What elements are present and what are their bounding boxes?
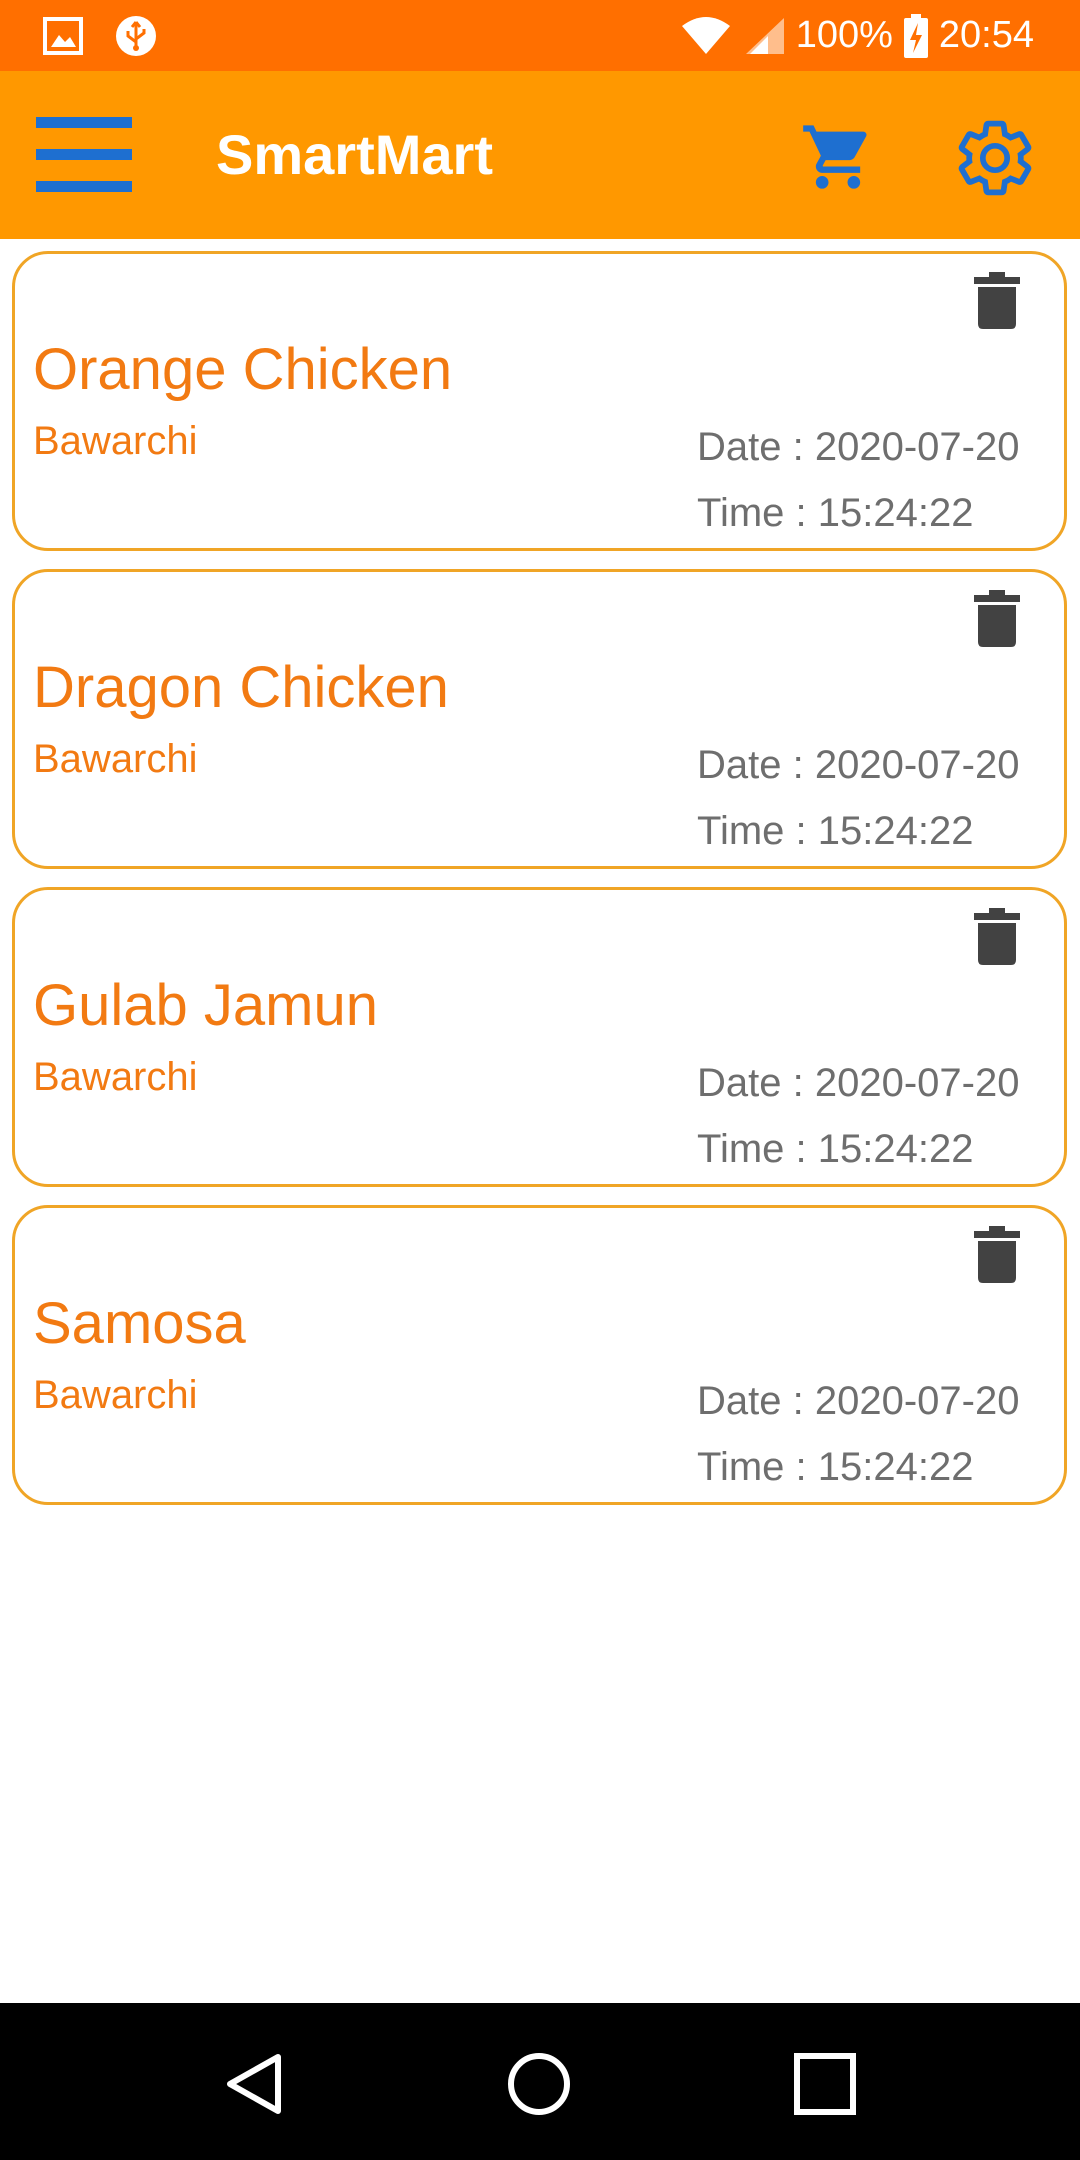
item-vendor: Bawarchi <box>33 737 198 781</box>
clock: 20:54 <box>938 14 1034 56</box>
back-icon <box>227 2054 281 2114</box>
item-name: Dragon Chicken <box>33 655 449 720</box>
trash-icon <box>974 908 1020 965</box>
page-title: SmartMart <box>216 123 493 186</box>
trash-icon <box>974 590 1020 647</box>
battery-charging-icon <box>903 13 928 58</box>
delete-button[interactable] <box>972 272 1022 330</box>
wifi-icon <box>681 16 730 54</box>
item-time: Time : 15:24:22 <box>697 1445 974 1489</box>
app-bar: SmartMart <box>0 71 1080 239</box>
item-date: Date : 2020-07-20 <box>697 743 1020 787</box>
back-button[interactable] <box>222 2051 288 2117</box>
usb-icon <box>116 16 156 56</box>
item-date: Date : 2020-07-20 <box>697 1061 1020 1105</box>
item-time: Time : 15:24:22 <box>697 491 974 535</box>
cart-icon <box>803 125 867 189</box>
item-vendor: Bawarchi <box>33 1373 198 1417</box>
item-date: Date : 2020-07-20 <box>697 425 1020 469</box>
trash-icon <box>974 272 1020 329</box>
home-icon <box>508 2053 570 2115</box>
item-name: Gulab Jamun <box>33 973 378 1038</box>
cart-button[interactable] <box>800 119 876 195</box>
list-item[interactable]: Orange Chicken Bawarchi Date : 2020-07-2… <box>12 251 1067 551</box>
item-time: Time : 15:24:22 <box>697 809 974 853</box>
status-bar: 100% 20:54 <box>0 0 1080 71</box>
item-name: Samosa <box>33 1291 246 1356</box>
list-item[interactable]: Samosa Bawarchi Date : 2020-07-20 Time :… <box>12 1205 1067 1505</box>
delete-button[interactable] <box>972 1226 1022 1284</box>
image-icon <box>43 17 83 55</box>
delete-button[interactable] <box>972 908 1022 966</box>
battery-percentage: 100% <box>795 14 893 56</box>
item-name: Orange Chicken <box>33 337 453 402</box>
hamburger-menu-icon[interactable] <box>36 117 132 193</box>
recents-icon <box>794 2053 856 2115</box>
status-system: 100% 20:54 <box>680 0 1034 71</box>
list-item[interactable]: Gulab Jamun Bawarchi Date : 2020-07-20 T… <box>12 887 1067 1187</box>
gear-icon <box>958 120 1032 196</box>
delete-button[interactable] <box>972 590 1022 648</box>
item-vendor: Bawarchi <box>33 1055 198 1099</box>
recents-button[interactable] <box>792 2051 858 2117</box>
item-time: Time : 15:24:22 <box>697 1127 974 1171</box>
item-date: Date : 2020-07-20 <box>697 1379 1020 1423</box>
settings-button[interactable] <box>952 115 1038 201</box>
status-notifications <box>42 14 158 58</box>
trash-icon <box>974 1226 1020 1283</box>
list-item[interactable]: Dragon Chicken Bawarchi Date : 2020-07-2… <box>12 569 1067 869</box>
item-vendor: Bawarchi <box>33 419 198 463</box>
home-button[interactable] <box>506 2051 572 2117</box>
signal-icon <box>745 17 784 54</box>
navigation-bar <box>0 2003 1080 2160</box>
